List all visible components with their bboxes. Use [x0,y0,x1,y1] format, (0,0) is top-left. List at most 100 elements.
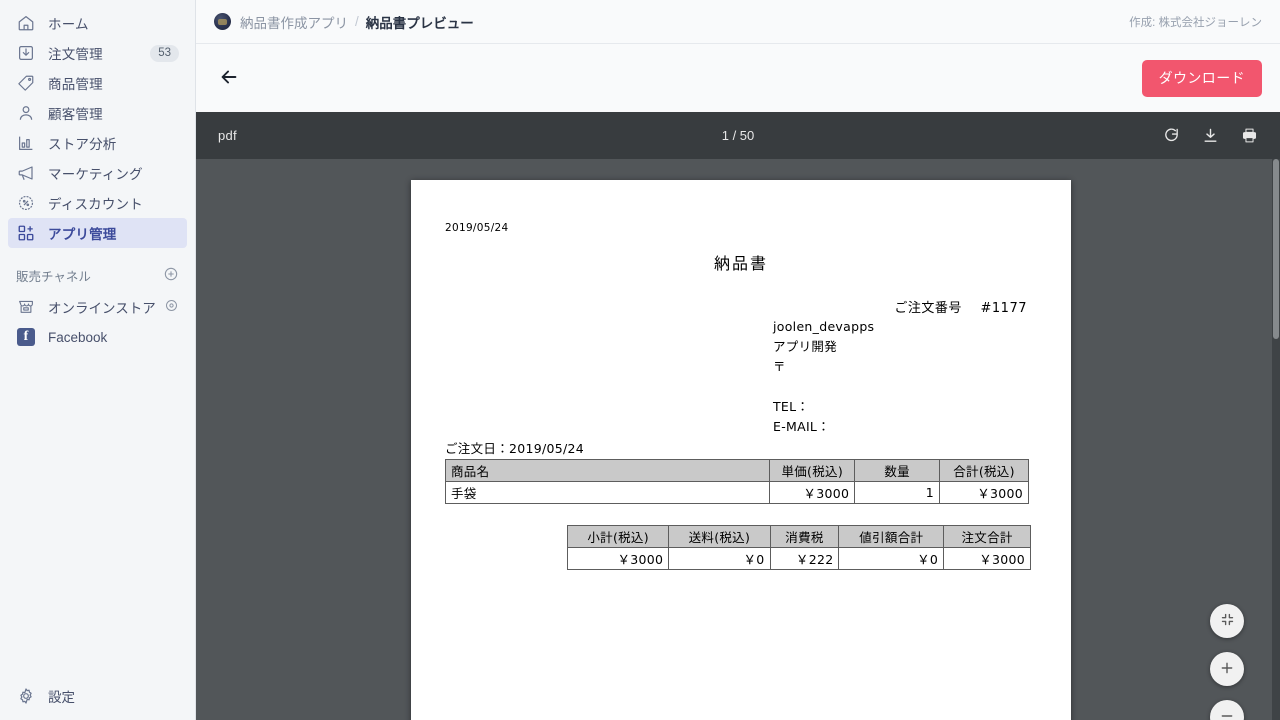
sidebar-item-analytics[interactable]: ストア分析 [8,128,187,158]
zoom-out-button[interactable] [1210,700,1244,720]
seller-info-block: joolen_devapps アプリ開発 〒 [773,317,874,377]
pdf-viewer: pdf 1 / 50 2019/05/24 納品書 ご注文番号 #1177 jo… [196,112,1280,720]
seller-line: アプリ開発 [773,339,838,354]
sidebar-item-label: ホーム [48,17,89,32]
contact-line: E-MAIL： [773,419,830,434]
invoice-document-page: 2019/05/24 納品書 ご注文番号 #1177 joolen_devapp… [411,180,1071,720]
seller-line: joolen_devapps [773,319,875,334]
apps-grid-icon [16,223,36,243]
download-icon[interactable] [1202,127,1219,144]
zoom-in-button[interactable] [1210,652,1244,686]
bar-chart-icon [16,133,36,153]
main-area: 納品書作成アプリ / 納品書プレビュー 作成: 株式会社ジョーレン ダウンロード… [196,0,1280,720]
sidebar-item-home[interactable]: ホーム [8,8,187,38]
app-logo-icon [214,13,231,30]
sales-channels-title: 販売チャネル [16,269,91,284]
faint-address-block [971,378,974,400]
items-header-cell: 数量 [854,459,941,482]
item-qty-cell: 1 [854,481,941,504]
storefront-icon [16,297,36,317]
author-credit: 作成: 株式会社ジョーレン [1129,16,1262,29]
sidebar-item-discounts[interactable]: ディスカウント [8,188,187,218]
pdf-toolbar: pdf 1 / 50 [196,112,1280,159]
table-row: ￥3000 ￥0 ￥222 ￥0 ￥3000 [566,547,1031,570]
summary-value-cell: ￥222 [769,547,840,570]
sidebar-item-marketing[interactable]: マーケティング [8,158,187,188]
order-number-block: ご注文番号 #1177 [894,297,1027,316]
action-bar: ダウンロード [196,44,1280,112]
items-table-header-row: 商品名 単価(税込) 数量 合計(税込) [444,459,1029,482]
home-icon [16,13,36,33]
order-number-label: ご注文番号 [894,301,962,316]
discount-percent-icon [16,193,36,213]
pdf-tool-buttons [1163,127,1258,144]
fit-page-button[interactable] [1210,604,1244,638]
sidebar-item-facebook[interactable]: f Facebook [8,322,187,352]
sidebar-item-customers[interactable]: 顧客管理 [8,98,187,128]
summary-table-header-row: 小計(税込) 送料(税込) 消費税 値引額合計 注文合計 [566,525,1031,548]
sidebar-item-label: 設定 [48,690,75,705]
items-table: 商品名 単価(税込) 数量 合計(税込) 手袋 ￥3000 1 ￥3000 [444,459,1029,504]
sidebar-item-orders[interactable]: 注文管理 53 [8,38,187,68]
summary-table: 小計(税込) 送料(税込) 消費税 値引額合計 注文合計 ￥3000 ￥0 ￥2… [566,525,1031,570]
contact-info-block: TEL： E-MAIL： [773,397,830,437]
item-name-cell: 手袋 [444,481,771,504]
tag-icon [16,73,36,93]
breadcrumb-app-name[interactable]: 納品書作成アプリ [240,12,348,32]
sales-channels-header: 販売チャネル [8,260,187,290]
sidebar-item-products[interactable]: 商品管理 [8,68,187,98]
summary-header-cell: 注文合計 [943,525,1031,548]
pdf-page-scroll-area: 2019/05/24 納品書 ご注文番号 #1177 joolen_devapp… [196,159,1280,720]
scrollbar-thumb[interactable] [1273,159,1279,339]
plus-circle-icon[interactable] [163,266,179,285]
minus-icon [1219,708,1235,720]
rotate-cw-icon[interactable] [1163,127,1180,144]
faint-line [971,378,974,389]
items-header-cell: 合計(税込) [939,459,1029,482]
person-icon [16,103,36,123]
pdf-page-indicator: 1 / 50 [721,128,755,143]
sidebar-item-label: 商品管理 [48,77,103,92]
sidebar-item-label: ディスカウント [48,197,143,212]
back-button[interactable] [214,63,244,93]
breadcrumb-bar: 納品書作成アプリ / 納品書プレビュー 作成: 株式会社ジョーレン [196,0,1280,44]
sidebar-item-settings[interactable]: 設定 [0,686,195,706]
contact-line: TEL： [773,399,810,414]
breadcrumb-separator: / [355,14,359,29]
floating-zoom-controls [1210,604,1244,720]
sidebar-nav-list: ホーム 注文管理 53 商品管理 顧客管理 ストア分析 マーケティング ディスカ… [0,0,195,248]
orders-count-badge: 53 [150,44,179,62]
document-issue-date: 2019/05/24 [445,222,509,234]
faint-line [971,389,974,400]
app-root: ホーム 注文管理 53 商品管理 顧客管理 ストア分析 マーケティング ディスカ… [0,0,1280,720]
pdf-file-name: pdf [218,128,237,143]
summary-header-cell: 値引額合計 [838,525,945,548]
print-icon[interactable] [1241,127,1258,144]
sidebar-item-apps[interactable]: アプリ管理 [8,218,187,248]
facebook-icon: f [16,327,36,347]
sidebar-item-label: マーケティング [48,167,143,182]
summary-header-cell: 小計(税込) [566,525,670,548]
item-unit-price-cell: ￥3000 [769,481,856,504]
summary-value-cell: ￥3000 [566,547,670,570]
sidebar-item-label: 注文管理 [48,47,103,62]
arrow-left-icon [218,66,240,91]
download-button[interactable]: ダウンロード [1141,59,1262,97]
orders-inbox-icon [16,43,36,63]
sidebar-item-label: アプリ管理 [48,227,117,242]
plus-icon [1219,660,1235,679]
order-number-value: #1177 [980,301,1027,316]
megaphone-icon [16,163,36,183]
vertical-scrollbar[interactable] [1272,159,1280,720]
summary-value-cell: ￥0 [668,547,771,570]
document-title: 納品書 [713,254,768,273]
eye-icon[interactable] [164,298,179,316]
gear-icon [16,686,36,706]
summary-value-cell: ￥3000 [943,547,1031,570]
item-total-cell: ￥3000 [939,481,1029,504]
sidebar-item-label: オンラインストア [48,301,156,316]
sidebar: ホーム 注文管理 53 商品管理 顧客管理 ストア分析 マーケティング ディスカ… [0,0,196,720]
fit-to-page-icon [1220,612,1235,630]
sidebar-item-online-store[interactable]: オンラインストア [8,292,187,322]
sidebar-item-label: Facebook [48,329,108,345]
